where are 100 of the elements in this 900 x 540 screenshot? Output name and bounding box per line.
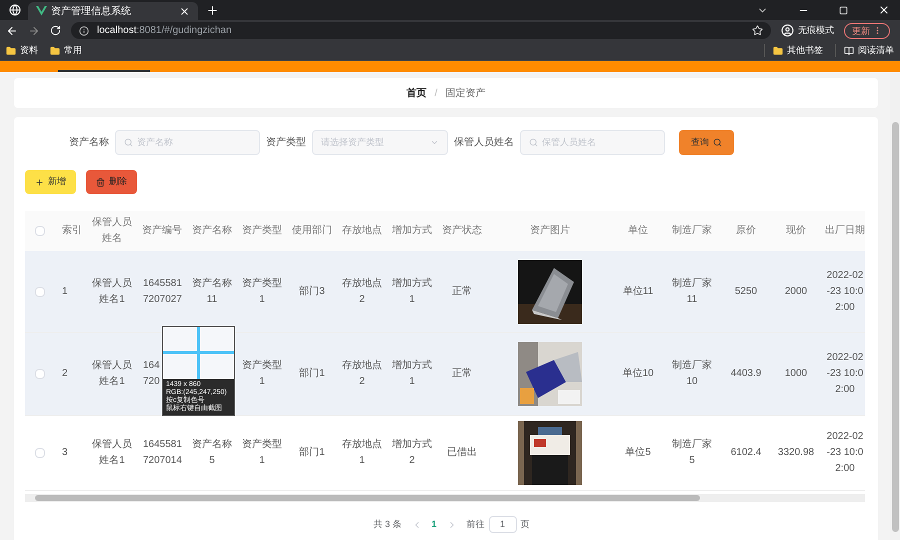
horizontal-scrollbar[interactable] <box>25 494 865 502</box>
table-cell-text: 制造厂家 10 <box>672 358 712 389</box>
goto-label: 前往 <box>466 518 485 531</box>
field-label: 保管人员姓名 <box>454 136 514 150</box>
folder-icon <box>773 46 783 56</box>
column-header: 出厂日期 <box>825 225 865 236</box>
table-cell-text: 部门1 <box>299 446 325 460</box>
row-checkbox[interactable] <box>35 448 45 458</box>
table-cell-text: 增加方式 2 <box>392 438 432 468</box>
table-cell-text: 资产类型 1 <box>242 276 282 306</box>
plus-icon <box>35 178 44 186</box>
back-icon[interactable] <box>6 24 18 36</box>
field-label: 资产类型 <box>266 136 306 150</box>
column-header: 资产编号 <box>142 225 182 236</box>
add-button[interactable]: 新增 <box>25 170 76 194</box>
column-header: 原价 <box>736 225 756 236</box>
table-cell-text: 3320.98 <box>778 446 814 460</box>
header-checkbox[interactable] <box>35 226 45 236</box>
bookmark-star-icon[interactable] <box>752 25 763 36</box>
table-cell-text: 已借出 <box>447 446 477 460</box>
address-bar[interactable]: localhost:8081/#/gudingzichan <box>71 22 771 39</box>
total-count: 共 3 条 <box>373 518 402 531</box>
table-cell-text: 单位10 <box>622 366 654 381</box>
table-cell-text: 单位11 <box>622 284 654 298</box>
search-icon <box>529 138 538 147</box>
book-icon <box>844 46 854 56</box>
table-cell-text: 增加方式 1 <box>392 358 432 389</box>
table-cell-text: 2022-02 -23 10:0 2:00 <box>826 268 864 314</box>
globe-icon[interactable] <box>9 4 21 16</box>
column-header: 单位 <box>628 225 648 236</box>
search-button[interactable]: 查询 <box>679 130 734 155</box>
update-button[interactable]: 更新 <box>844 22 890 38</box>
incognito-icon[interactable] <box>781 24 794 37</box>
search-icon <box>124 138 133 147</box>
row-checkbox[interactable] <box>35 369 45 379</box>
table-cell-text: 单位5 <box>625 446 651 460</box>
folder-icon <box>50 46 60 56</box>
table-cell-text: 制造厂家 5 <box>672 438 712 468</box>
table-cell-text: 164 720 <box>143 359 160 389</box>
table-cell-text: 资产类型 1 <box>242 438 282 468</box>
bookmark[interactable]: 常用 <box>64 44 82 58</box>
scrollbar-thumb[interactable] <box>35 495 700 501</box>
delete-button[interactable]: 删除 <box>86 170 137 194</box>
table-cell-text: 1645581 7207014 <box>143 438 182 468</box>
column-header: 现价 <box>786 225 806 236</box>
crosshair-icon <box>163 327 234 379</box>
table-cell-text: 1000 <box>784 367 808 381</box>
row-checkbox[interactable] <box>35 286 45 296</box>
table-cell-text: 2000 <box>784 284 808 298</box>
close-window-icon[interactable] <box>878 4 890 16</box>
tab-title: 资产管理信息系统 <box>51 4 132 18</box>
column-header: 资产状态 <box>442 225 482 236</box>
breadcrumb-separator: / <box>434 86 438 100</box>
table-cell-text: 部门1 <box>299 366 325 381</box>
column-header: 保管人员姓名 <box>92 217 132 244</box>
scrollbar-thumb[interactable] <box>892 122 898 532</box>
forward-icon[interactable] <box>28 24 40 36</box>
column-header: 索引 <box>62 225 82 236</box>
table-cell-text: 保管人员 姓名1 <box>92 359 132 389</box>
table-cell-text: 资产类型 1 <box>242 358 282 389</box>
table-cell-text: 存放地点 2 <box>342 358 382 389</box>
table-row[interactable]: 1 保管人员 姓名1 1645581 7207027 资产名称 11 资产类型 1 部门3 存放地点 2 增加方式 1 正常 单位11 制造厂家 11 5250 2000 2022-02 -23 10:0 2:00 <box>25 251 865 333</box>
table-cell-text: 2022-02 -23 10:0 2:00 <box>826 351 864 397</box>
breadcrumb-item[interactable]: 首页 <box>406 86 427 100</box>
table-cell-text: 保管人员 姓名1 <box>92 276 132 306</box>
table-cell-text: 正常 <box>452 284 472 298</box>
column-header: 制造厂家 <box>672 225 712 236</box>
table-cell-text: 资产名称 5 <box>192 438 232 468</box>
chevron-down-icon <box>430 138 439 147</box>
field-label: 资产名称 <box>69 136 109 150</box>
close-icon[interactable] <box>179 6 190 16</box>
reload-icon[interactable] <box>50 25 61 36</box>
table-cell-text: 增加方式 1 <box>392 276 432 306</box>
url-text: localhost:8081/#/gudingzichan <box>97 24 232 38</box>
table-cell-text: 正常 <box>452 366 472 381</box>
new-tab-icon[interactable] <box>206 4 219 17</box>
maximize-icon[interactable] <box>839 6 848 15</box>
vue-logo-icon <box>36 6 47 16</box>
search-icon <box>713 138 722 147</box>
bookmark[interactable]: 其他书签 <box>787 44 823 58</box>
table-cell-text: 2022-02 -23 10:0 2:00 <box>826 430 864 476</box>
incognito-label: 无痕模式 <box>798 24 834 37</box>
table-cell-text: 存放地点 2 <box>342 276 382 306</box>
column-header: 增加方式 <box>392 225 432 236</box>
page-input[interactable]: 1 <box>488 516 517 533</box>
table-cell-text: 1645581 7207027 <box>143 276 182 306</box>
table-cell-text: 资产名称 11 <box>192 276 232 306</box>
bookmark[interactable]: 资料 <box>20 44 38 58</box>
table-cell-text: 2 <box>62 367 68 381</box>
folder-icon <box>6 46 16 56</box>
table-cell-text: 3 <box>62 446 68 460</box>
reading-list[interactable]: 阅读清单 <box>858 44 894 58</box>
table-cell-text: 5250 <box>734 284 758 298</box>
info-icon <box>79 26 89 36</box>
column-header: 存放地点 <box>342 225 382 236</box>
column-header: 使用部门 <box>292 225 332 236</box>
column-header: 资产图片 <box>530 225 570 236</box>
trash-icon <box>96 178 105 186</box>
browser-tab[interactable]: 资产管理信息系统 <box>28 2 198 20</box>
table-cell-text: 保管人员 姓名1 <box>92 438 132 468</box>
